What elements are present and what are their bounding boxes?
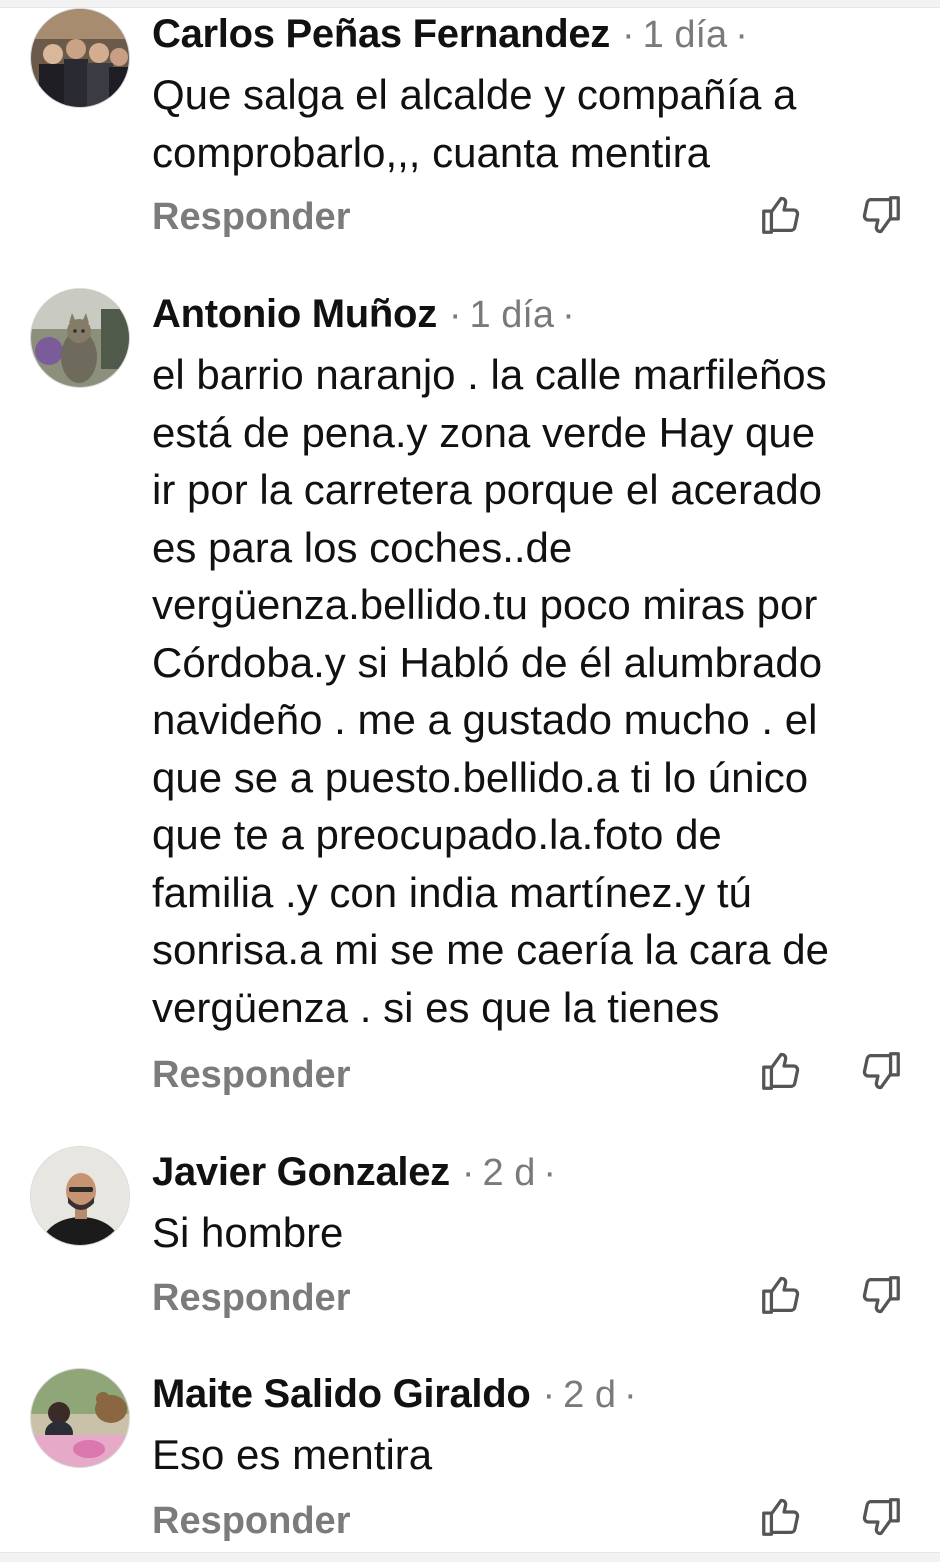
- comment-separator: ·: [735, 14, 748, 56]
- comment-time: 1 día: [642, 14, 728, 56]
- comment-separator: ·: [543, 1152, 557, 1194]
- comment-author[interactable]: Maite Salido Giraldo: [152, 1372, 531, 1417]
- comment-text: Eso es mentira: [152, 1431, 433, 1478]
- comment-separator: ·: [562, 294, 575, 336]
- avatar[interactable]: [30, 8, 130, 108]
- comment-time: 1 día: [469, 294, 555, 336]
- thumbs-down-icon: [862, 196, 900, 234]
- comment-time: 2 d: [482, 1152, 536, 1194]
- like-button[interactable]: [758, 192, 804, 238]
- avatar[interactable]: [30, 1146, 130, 1246]
- bottom-divider: [0, 1552, 940, 1562]
- comment-separator: ·: [622, 14, 635, 56]
- comment-author[interactable]: Javier Gonzalez: [152, 1150, 450, 1195]
- thumbs-down-icon: [862, 1052, 900, 1090]
- thumbs-up-icon: [762, 1498, 800, 1536]
- comment-author[interactable]: Carlos Peñas Fernandez: [152, 12, 610, 57]
- thumbs-up-icon: [762, 196, 800, 234]
- comment-author[interactable]: Antonio Muñoz: [152, 292, 437, 337]
- like-button[interactable]: [758, 1048, 804, 1094]
- reply-button[interactable]: Responder: [152, 1500, 350, 1543]
- like-button[interactable]: [758, 1494, 804, 1540]
- dislike-button[interactable]: [858, 1048, 904, 1094]
- comment-separator: ·: [624, 1374, 637, 1416]
- comment-separator: ·: [461, 1152, 475, 1194]
- comment-text: el barrio naranjo . la calle marfileños …: [152, 351, 829, 1031]
- comment-separator: ·: [542, 1374, 556, 1416]
- top-divider: [0, 0, 940, 8]
- dislike-button[interactable]: [858, 1494, 904, 1540]
- avatar-photo-icon: [31, 289, 129, 387]
- thumbs-down-icon: [862, 1498, 900, 1536]
- thumbs-up-icon: [762, 1276, 800, 1314]
- dislike-button[interactable]: [858, 192, 904, 238]
- reply-button[interactable]: Responder: [152, 1277, 350, 1320]
- reply-button[interactable]: Responder: [152, 1054, 350, 1097]
- thumbs-up-icon: [762, 1052, 800, 1090]
- avatar-photo-icon: [31, 9, 129, 107]
- comment-separator: ·: [448, 294, 462, 336]
- avatar[interactable]: [30, 1368, 130, 1468]
- avatar-photo-icon: [31, 1147, 129, 1245]
- avatar[interactable]: [30, 288, 130, 388]
- comment-time: 2 d: [563, 1374, 616, 1416]
- comment-text: Que salga el alcalde y compañía a compro…: [152, 71, 797, 176]
- dislike-button[interactable]: [858, 1272, 904, 1318]
- thumbs-down-icon: [862, 1276, 900, 1314]
- like-button[interactable]: [758, 1272, 804, 1318]
- avatar-photo-icon: [31, 1369, 129, 1467]
- reply-button[interactable]: Responder: [152, 196, 350, 239]
- comment-text: Si hombre: [152, 1209, 344, 1256]
